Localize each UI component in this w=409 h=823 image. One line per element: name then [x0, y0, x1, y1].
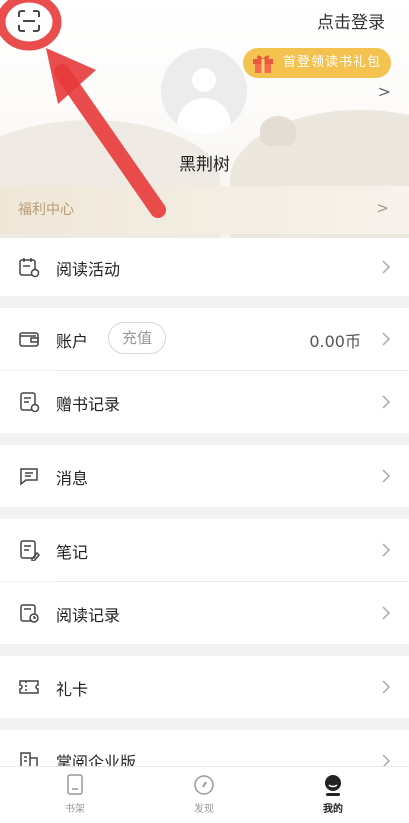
tab-discover[interactable]: 发现 — [136, 767, 272, 823]
tab-mine[interactable]: 我的 — [265, 767, 401, 823]
chevron-right-icon — [382, 543, 391, 557]
welfare-center-row[interactable]: 福利中心 > — [0, 186, 409, 234]
notes-label: 笔记 — [56, 543, 89, 562]
profile-header: 点击登录 首登领读书礼包 > 黑荆树 福利中心 > — [0, 0, 409, 238]
scan-icon[interactable] — [17, 9, 41, 33]
tab-label: 发现 — [194, 804, 214, 815]
reading-activity-label: 阅读活动 — [56, 260, 121, 279]
chevron-right-icon — [382, 332, 391, 346]
chevron-right-icon — [382, 469, 391, 483]
background-rock — [260, 116, 296, 146]
coin-balance: 0.00币 — [309, 332, 361, 351]
gift-card-label: 礼卡 — [56, 680, 89, 699]
profile-icon — [325, 775, 341, 796]
message-icon — [20, 468, 38, 486]
ticket-icon — [19, 680, 39, 694]
gift-icon — [253, 55, 273, 73]
bookshelf-icon — [67, 774, 83, 795]
reading-activity-row[interactable]: 阅读活动 — [0, 238, 409, 296]
first-login-gift-button[interactable]: 首登领读书礼包 — [243, 48, 391, 78]
chevron-right-icon — [382, 606, 391, 620]
recharge-button[interactable]: 充值 — [108, 322, 166, 354]
gift-label: 首登领读书礼包 — [283, 55, 382, 70]
notes-row[interactable]: 笔记 — [0, 519, 409, 581]
avatar[interactable] — [161, 48, 247, 134]
login-link[interactable]: 点击登录 — [317, 8, 385, 33]
tab-label: 我的 — [323, 804, 343, 815]
enterprise-row[interactable]: 掌阅企业版 — [0, 730, 409, 772]
discover-compass-icon — [194, 775, 214, 795]
calendar-icon — [19, 258, 40, 278]
chevron-right-icon: > — [376, 199, 389, 217]
profile-chevron-icon[interactable]: > — [378, 82, 391, 101]
welfare-center-label: 福利中心 — [18, 202, 74, 218]
account-label: 账户 — [56, 332, 89, 351]
reading-records-row[interactable]: 阅读记录 — [0, 582, 409, 644]
reading-history-icon — [20, 604, 39, 623]
bottom-tab-bar: 书架 发现 我的 — [0, 766, 409, 823]
gift-books-label: 赠书记录 — [56, 395, 121, 414]
note-icon — [20, 540, 40, 561]
chevron-right-icon — [382, 680, 391, 694]
gift-card-row[interactable]: 礼卡 — [0, 656, 409, 718]
account-row[interactable]: 账户 充值 0.00币 — [0, 308, 409, 370]
wallet-icon — [19, 332, 39, 347]
reading-records-label: 阅读记录 — [56, 606, 121, 625]
tab-label: 书架 — [65, 804, 85, 815]
messages-label: 消息 — [56, 469, 89, 488]
chevron-right-icon — [382, 395, 391, 409]
gift-record-icon — [20, 392, 40, 413]
tab-bookshelf[interactable]: 书架 — [7, 767, 143, 823]
chevron-right-icon — [382, 260, 391, 274]
messages-row[interactable]: 消息 — [0, 445, 409, 507]
username: 黑荆树 — [179, 155, 230, 175]
gift-books-row[interactable]: 赠书记录 — [0, 371, 409, 433]
